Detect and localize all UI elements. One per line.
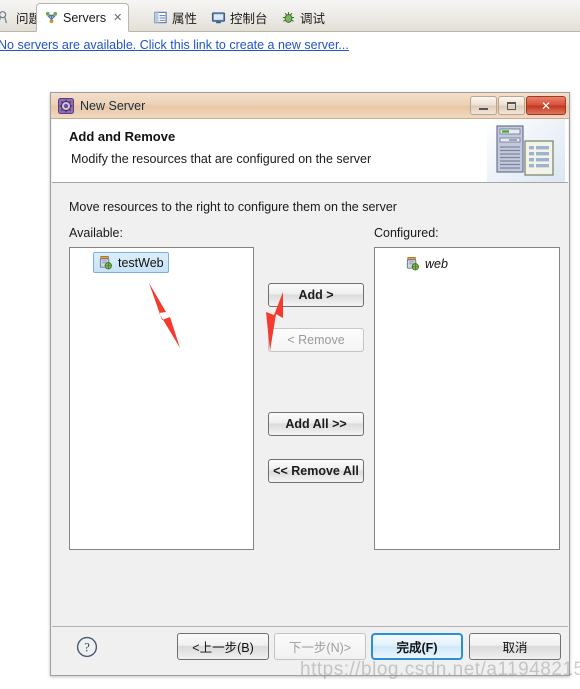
remove-all-button-label: << Remove All [273,464,359,478]
create-server-link[interactable]: No servers are available. Click this lin… [0,38,418,56]
next-button-label: 下一步(N)> [288,641,352,655]
close-button[interactable]: ✕ [526,96,566,115]
new-server-icon [58,97,74,114]
add-all-button[interactable]: Add All >> [268,412,364,436]
add-button-label: Add > [298,288,334,302]
minimize-button[interactable] [470,96,497,115]
remove-button[interactable]: < Remove [268,328,364,352]
add-all-button-label: Add All >> [285,417,347,431]
footer-separator [52,626,568,627]
dialog-header: Add and Remove Modify the resources that… [52,119,568,183]
list-item-label: web [425,256,448,271]
tab-servers-label: Servers [63,10,107,25]
help-button[interactable]: ? [76,636,98,658]
console-icon [211,10,226,25]
remove-button-label: < Remove [287,333,345,347]
new-server-dialog: New Server ✕ Add and Remove Modify the r… [50,92,570,676]
dialog-body: Move resources to the right to configure… [52,183,568,674]
close-icon: ✕ [540,98,552,113]
minimize-icon [479,107,488,110]
back-button-label: <上一步(B) [192,641,254,655]
finish-button[interactable]: 完成(F) [371,633,463,660]
web-module-icon [98,255,113,270]
tab-properties-label: 属性 [172,12,198,26]
properties-icon [153,10,168,25]
page-subtitle: Modify the resources that are configured… [71,152,372,166]
dialog-title-bar[interactable]: New Server ✕ [51,93,569,119]
dialog-title: New Server [80,98,146,113]
configured-list[interactable]: web [374,247,560,550]
available-list[interactable]: testWeb [69,247,254,550]
tab-servers[interactable]: Servers ✕ [36,3,130,32]
back-button[interactable]: <上一步(B) [177,633,269,660]
tab-console-label: 控制台 [230,12,268,26]
tab-debug-label: 调试 [300,12,326,26]
tab-debug[interactable]: 调试 [274,4,332,31]
configured-label: Configured: [374,226,439,240]
problems-icon [0,10,12,25]
cancel-button[interactable]: 取消 [469,633,561,660]
finish-button-label: 完成(F) [396,641,438,655]
add-button[interactable]: Add > [268,283,364,307]
list-item[interactable]: testWeb [93,252,169,273]
cancel-button-label: 取消 [502,641,528,655]
page-title: Add and Remove [69,129,176,144]
instruction-text: Move resources to the right to configure… [69,200,397,214]
tab-console[interactable]: 控制台 [204,4,275,31]
maximize-button[interactable] [498,96,525,115]
watermark: https://blog.csdn.net/a1194821588 [300,659,580,680]
web-module-icon [405,256,420,271]
debug-icon [281,10,296,25]
close-icon[interactable]: ✕ [113,11,122,24]
servers-icon [44,10,59,25]
available-label: Available: [69,226,123,240]
tab-properties[interactable]: 属性 [146,4,204,31]
maximize-icon [507,101,516,110]
remove-all-button[interactable]: << Remove All [268,459,364,483]
view-tab-bar: 问题 Servers ✕ 属性 控制台 调试 [0,0,580,32]
svg-text:?: ? [84,641,90,655]
list-item-label: testWeb [118,255,164,270]
list-item[interactable]: web [401,254,452,273]
window-controls: ✕ [470,96,566,115]
next-button[interactable]: 下一步(N)> [274,633,366,660]
server-banner-icon [487,119,565,182]
